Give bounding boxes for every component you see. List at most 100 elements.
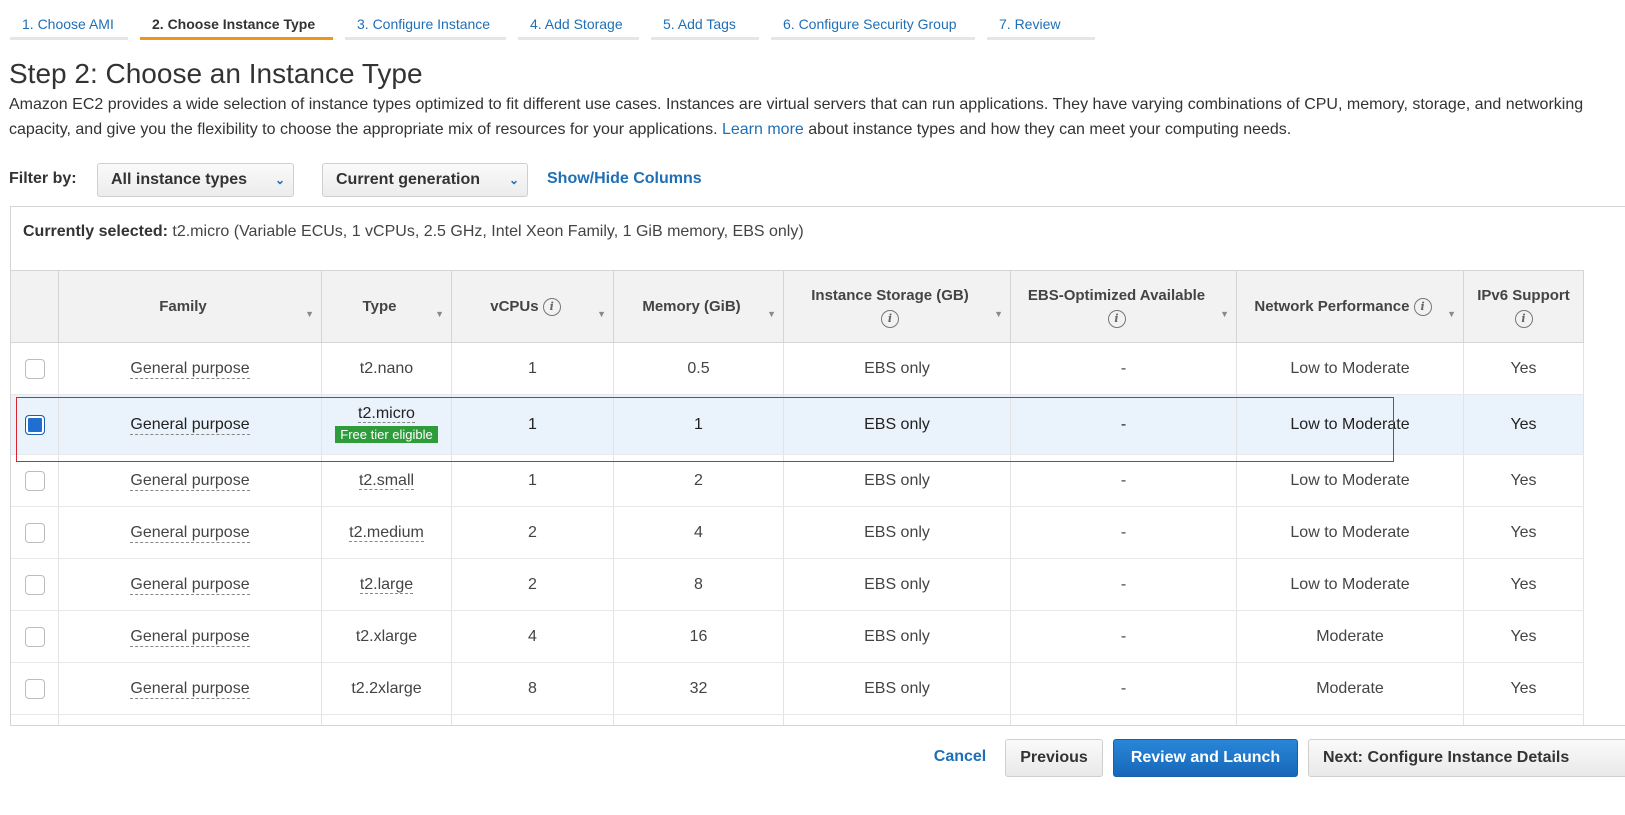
memory-cell: 4	[613, 506, 784, 559]
tab-configure-instance[interactable]: 3. Configure Instance	[345, 0, 506, 40]
header-network-label: Network Performance	[1254, 298, 1410, 315]
table-row[interactable]: General purpose t2.2xlarge 8 32 EBS only…	[11, 662, 1584, 715]
sort-caret-icon[interactable]: ▼	[767, 303, 776, 326]
header-ebs-optimized[interactable]: EBS-Optimized Available i ▼	[1010, 270, 1237, 343]
sort-caret-icon[interactable]: ▼	[994, 303, 1003, 326]
row-checkbox[interactable]	[24, 678, 45, 699]
row-select-cell[interactable]	[11, 558, 59, 611]
ipv6-cell: Yes	[1463, 662, 1584, 715]
header-network[interactable]: Network Performance i ▼	[1236, 270, 1464, 343]
table-row[interactable]: General purpose t2.medium 2 4 EBS only -…	[11, 506, 1584, 559]
previous-button[interactable]: Previous	[1005, 739, 1103, 777]
family-cell: General purpose	[58, 662, 322, 715]
ebs-cell: -	[1010, 506, 1237, 559]
memory-cell: 0.5	[613, 342, 784, 395]
family-cell: General purpose	[58, 454, 322, 507]
storage-cell: EBS only	[783, 394, 1011, 455]
ipv6-cell: Yes	[1463, 394, 1584, 455]
show-hide-columns-link[interactable]: Show/Hide Columns	[547, 170, 702, 188]
type-value[interactable]: t2.large	[359, 575, 414, 594]
filter-label: Filter by:	[9, 170, 77, 187]
type-value[interactable]: t2.micro	[358, 405, 415, 423]
row-checkbox[interactable]	[24, 626, 45, 647]
ebs-cell	[1010, 714, 1237, 725]
storage-cell: EBS only	[783, 454, 1011, 507]
header-vcpus[interactable]: vCPUs i ▼	[451, 270, 614, 343]
network-cell	[1236, 714, 1464, 725]
type-cell: t2.medium	[321, 506, 452, 559]
family-value[interactable]: General purpose	[130, 523, 250, 543]
info-circle-icon[interactable]: i	[1514, 309, 1533, 328]
tab-choose-instance-type[interactable]: 2. Choose Instance Type	[140, 0, 333, 40]
family-cell: General purpose	[58, 506, 322, 559]
table-row[interactable]: General purpose t2.nano 1 0.5 EBS only -…	[11, 342, 1584, 395]
header-memory-label: Memory (GiB)	[642, 298, 741, 315]
type-cell: t2.nano	[321, 342, 452, 395]
next-configure-instance-details-button[interactable]: Next: Configure Instance Details	[1308, 739, 1625, 777]
storage-cell: EBS only	[783, 610, 1011, 663]
vcpus-cell: 2	[451, 506, 614, 559]
type-value[interactable]: t2.small	[358, 471, 415, 490]
row-select-cell[interactable]	[11, 662, 59, 715]
sort-caret-icon[interactable]: ▼	[597, 303, 606, 326]
family-value[interactable]: General purpose	[130, 415, 250, 435]
row-checkbox[interactable]	[24, 574, 45, 595]
vcpus-cell: 1	[451, 454, 614, 507]
info-circle-icon[interactable]: i	[542, 298, 561, 317]
family-value[interactable]: General purpose	[130, 471, 250, 491]
row-select-cell[interactable]	[11, 342, 59, 395]
table-row-selected[interactable]: General purpose t2.micro Free tier eligi…	[11, 394, 1584, 455]
family-cell	[58, 714, 322, 725]
header-type[interactable]: Type ▼	[321, 270, 452, 343]
network-cell: Moderate	[1236, 662, 1464, 715]
header-ipv6-label: IPv6 Support	[1477, 286, 1570, 304]
family-value[interactable]: General purpose	[130, 679, 250, 699]
header-type-label: Type	[362, 298, 397, 315]
row-select-cell[interactable]	[11, 394, 59, 455]
ebs-cell: -	[1010, 610, 1237, 663]
family-value[interactable]: General purpose	[130, 575, 250, 595]
tab-add-tags[interactable]: 5. Add Tags	[651, 0, 759, 40]
instance-types-select[interactable]: All instance types ⌄	[97, 163, 294, 197]
type-value[interactable]: t2.medium	[349, 523, 424, 542]
row-checkbox[interactable]	[24, 522, 45, 543]
family-value[interactable]: General purpose	[130, 359, 250, 379]
tab-review[interactable]: 7. Review	[987, 0, 1095, 40]
header-ipv6[interactable]: IPv6 Support i	[1463, 270, 1584, 343]
table-row[interactable]: General purpose t2.large 2 8 EBS only - …	[11, 558, 1584, 611]
row-select-cell[interactable]	[11, 506, 59, 559]
cancel-button[interactable]: Cancel	[920, 739, 1000, 777]
tab-configure-security-group[interactable]: 6. Configure Security Group	[771, 0, 975, 40]
sort-caret-icon[interactable]: ▼	[305, 303, 314, 326]
info-circle-icon[interactable]: i	[1413, 298, 1432, 317]
type-cell: t2.micro Free tier eligible	[321, 394, 452, 455]
info-circle-icon[interactable]: i	[1107, 309, 1126, 328]
memory-cell: 16	[613, 610, 784, 663]
sort-caret-icon[interactable]: ▼	[1447, 303, 1456, 326]
ebs-cell: -	[1010, 454, 1237, 507]
review-and-launch-button[interactable]: Review and Launch	[1113, 739, 1298, 777]
header-family[interactable]: Family ▼	[58, 270, 322, 343]
learn-more-link[interactable]: Learn more	[722, 121, 804, 138]
row-checkbox[interactable]	[24, 470, 45, 491]
row-select-cell[interactable]	[11, 610, 59, 663]
header-storage[interactable]: Instance Storage (GB) i ▼	[783, 270, 1011, 343]
tab-add-storage[interactable]: 4. Add Storage	[518, 0, 639, 40]
row-checkbox[interactable]	[24, 358, 45, 379]
row-select-cell[interactable]	[11, 454, 59, 507]
header-vcpus-label: vCPUs	[490, 298, 539, 315]
storage-cell	[783, 714, 1011, 725]
family-value[interactable]: General purpose	[130, 627, 250, 647]
generation-select[interactable]: Current generation ⌄	[322, 163, 528, 197]
info-circle-icon[interactable]: i	[881, 309, 899, 328]
ebs-cell: -	[1010, 342, 1237, 395]
sort-caret-icon[interactable]: ▼	[435, 303, 444, 326]
table-row[interactable]: General purpose t2.small 1 2 EBS only - …	[11, 454, 1584, 507]
header-memory[interactable]: Memory (GiB) ▼	[613, 270, 784, 343]
table-row[interactable]: General purpose t2.xlarge 4 16 EBS only …	[11, 610, 1584, 663]
intro-text: Amazon EC2 provides a wide selection of …	[9, 92, 1619, 142]
family-cell: General purpose	[58, 610, 322, 663]
tab-choose-ami[interactable]: 1. Choose AMI	[10, 0, 128, 40]
sort-caret-icon[interactable]: ▼	[1220, 303, 1229, 326]
row-checkbox-checked[interactable]	[24, 414, 45, 435]
